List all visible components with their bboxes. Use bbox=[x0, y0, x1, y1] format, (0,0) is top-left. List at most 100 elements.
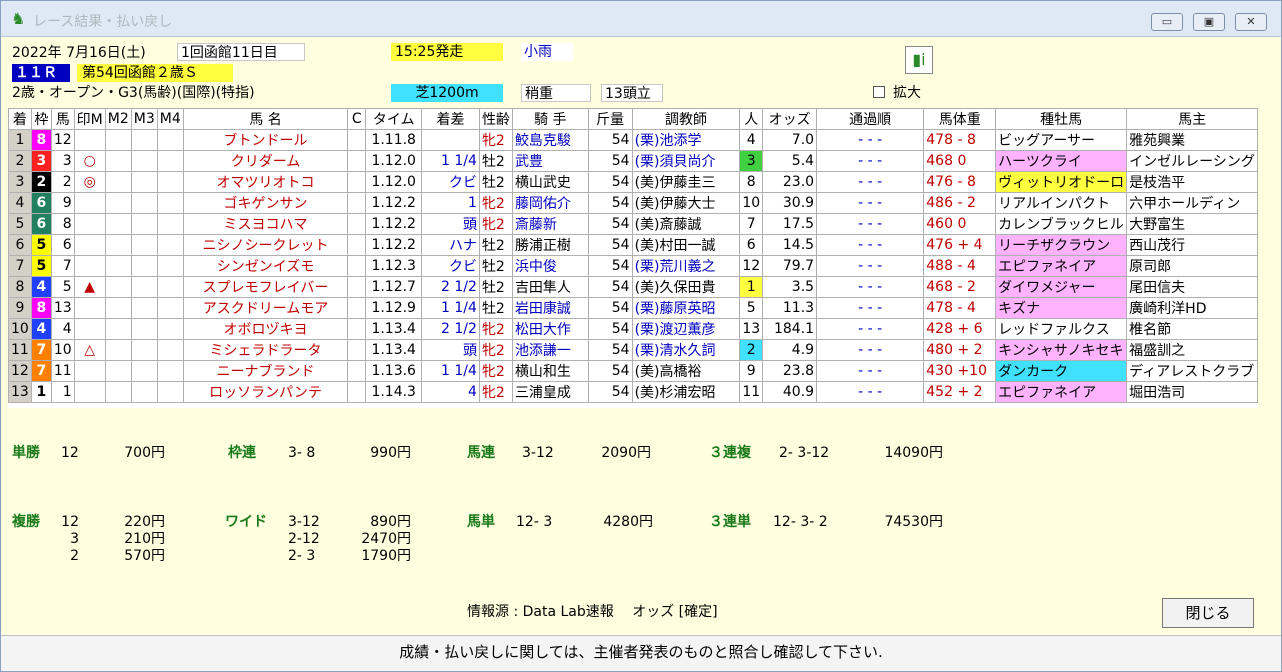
fukusho-num-1: 12 bbox=[61, 514, 79, 530]
table-row[interactable]: 7 5 7 シンゼンイズモ 1.12.3 クビ 牡2 浜中俊 54 (栗)荒川義之 12 79.7- … bbox=[8, 255, 1258, 277]
zoom-checkbox[interactable]: 拡大 bbox=[873, 84, 921, 102]
column-header[interactable]: M2 bbox=[104, 108, 132, 130]
odds-cell: 7.0 bbox=[762, 129, 818, 151]
horse-number-cell: 6 bbox=[50, 234, 75, 256]
table-row[interactable]: 3 2 2 ◎ オマツリオトコ 1.12.0 クビ 牡2 横山武史 54 (美)伊藤圭三 8 23.0-… bbox=[8, 171, 1258, 193]
passing-order-cell: - - - bbox=[816, 360, 925, 382]
c-cell bbox=[347, 234, 367, 256]
horse-name-cell: スプレモフレイバー bbox=[182, 276, 349, 298]
waku-cell: 2 bbox=[30, 171, 52, 193]
body-weight-cell: 428 + 6 bbox=[923, 318, 997, 340]
m2-cell bbox=[104, 297, 132, 319]
body-weight-cell: 478 - 4 bbox=[923, 297, 997, 319]
trainer-cell: (栗)池添学 bbox=[631, 129, 741, 151]
horse-name-cell: ミシェラドラータ bbox=[182, 339, 349, 361]
table-row[interactable]: 13 1 1 ロッソランパンテ 1.14.3 4 牝2 三浦皇成 54 (美)杉浦宏昭 11 40.9… bbox=[8, 381, 1258, 403]
passing-order-cell: - - - bbox=[816, 339, 925, 361]
column-header[interactable]: 馬 名 bbox=[182, 108, 349, 130]
head-count: 13頭立 bbox=[601, 84, 663, 102]
passing-order-cell: - - - bbox=[816, 318, 925, 340]
column-header[interactable]: 着差 bbox=[421, 108, 480, 130]
close-window-button[interactable]: ✕ bbox=[1235, 13, 1267, 31]
table-row[interactable]: 5 6 8 ミスヨコハマ 1.12.2 頭牝2 斎藤新 54 (美)斎藤誠 7 17.5- - -4… bbox=[8, 213, 1258, 235]
umatan-yen: 4280円 bbox=[603, 514, 653, 530]
close-button[interactable]: 閉じる bbox=[1162, 598, 1254, 628]
margin-cell: ハナ bbox=[421, 234, 480, 256]
mark-cell bbox=[73, 213, 106, 235]
m4-cell bbox=[156, 192, 184, 214]
sex-age-cell: 牝2 bbox=[478, 339, 513, 361]
footer-notice: 成績・払い戻しに関しては、主催者発表のものと照合し確認して下さい. bbox=[1, 635, 1281, 671]
column-header[interactable]: 種牡馬 bbox=[995, 108, 1128, 130]
weight-carried-cell: 54 bbox=[587, 360, 633, 382]
rank-cell: 13 bbox=[8, 381, 32, 403]
column-header[interactable]: 馬体重 bbox=[923, 108, 997, 130]
column-header[interactable]: 斤量 bbox=[587, 108, 633, 130]
column-header[interactable]: タイム bbox=[365, 108, 423, 130]
margin-cell: 頭 bbox=[421, 339, 480, 361]
wide-yen-1: 890円 bbox=[370, 514, 411, 530]
info-icon[interactable]: ▮i bbox=[905, 46, 933, 74]
column-header[interactable]: 印M bbox=[73, 108, 106, 130]
horse-name-cell: ロッソランパンテ bbox=[182, 381, 349, 403]
jockey-cell: 鮫島克駿 bbox=[511, 129, 589, 151]
body-weight-cell: 478 - 8 bbox=[923, 129, 997, 151]
horse-number-cell: 8 bbox=[50, 213, 75, 235]
minimize-button[interactable]: ▭ bbox=[1151, 13, 1183, 31]
column-header[interactable]: 馬主 bbox=[1126, 108, 1258, 130]
column-header[interactable]: 人 bbox=[739, 108, 764, 130]
weight-carried-cell: 54 bbox=[587, 150, 633, 172]
horse-number-cell: 7 bbox=[50, 255, 75, 277]
table-row[interactable]: 12 7 11 ニーナブランド 1.13.6 1 1/4 牝2 横山和生 54 (美)高橋裕 9 23… bbox=[8, 360, 1258, 382]
table-row[interactable]: 4 6 9 ゴキゲンサン 1.12.2 1 牝2 藤岡佑介 54 (美)伊藤大士 10 30.9- -… bbox=[8, 192, 1258, 214]
owner-cell: ディアレストクラブ bbox=[1126, 360, 1258, 382]
jockey-cell: 浜中俊 bbox=[511, 255, 589, 277]
mark-cell: ▲ bbox=[73, 276, 106, 298]
tansho-number: 12 bbox=[61, 445, 79, 461]
owner-cell: 雅苑興業 bbox=[1126, 129, 1258, 151]
fukusho-yen-1: 220円 bbox=[124, 514, 165, 530]
body-weight-cell: 476 + 4 bbox=[923, 234, 997, 256]
column-header[interactable]: 枠 bbox=[30, 108, 52, 130]
table-row[interactable]: 10 4 4 オボロヅキヨ 1.13.4 2 1/2 牝2 松田大作 54 (栗)渡辺薫彦 13 18… bbox=[8, 318, 1258, 340]
waku-cell: 4 bbox=[30, 276, 52, 298]
c-cell bbox=[347, 192, 367, 214]
owner-cell: 原司郎 bbox=[1126, 255, 1258, 277]
column-header[interactable]: 性齢 bbox=[478, 108, 513, 130]
column-header[interactable]: 騎 手 bbox=[511, 108, 589, 130]
window-title: レース結果・払い戻し bbox=[33, 14, 173, 30]
popularity-cell: 1 bbox=[739, 276, 764, 298]
rank-cell: 3 bbox=[8, 171, 32, 193]
c-cell bbox=[347, 360, 367, 382]
maximize-button[interactable]: ▣ bbox=[1193, 13, 1225, 31]
rank-cell: 6 bbox=[8, 234, 32, 256]
table-row[interactable]: 8 4 5 ▲ スプレモフレイバー 1.12.7 2 1/2 牡2 吉田隼人 54 (美)久保田貴 1… bbox=[8, 276, 1258, 298]
c-cell bbox=[347, 171, 367, 193]
column-header[interactable]: オッズ bbox=[762, 108, 818, 130]
m2-cell bbox=[104, 192, 132, 214]
popularity-cell: 4 bbox=[739, 129, 764, 151]
table-row[interactable]: 6 5 6 ニシノシークレット 1.12.2 ハナ 牡2 勝浦正樹 54 (美)村田一誠 6 14.5… bbox=[8, 234, 1258, 256]
race-name: 第54回函館２歳Ｓ bbox=[77, 64, 233, 82]
column-header[interactable]: 調教師 bbox=[631, 108, 741, 130]
weight-carried-cell: 54 bbox=[587, 234, 633, 256]
m4-cell bbox=[156, 297, 184, 319]
column-header[interactable]: 馬 bbox=[50, 108, 75, 130]
waku-cell: 3 bbox=[30, 150, 52, 172]
m2-cell bbox=[104, 276, 132, 298]
column-header[interactable]: M4 bbox=[156, 108, 184, 130]
sex-age-cell: 牡2 bbox=[478, 276, 513, 298]
column-header[interactable]: 着 bbox=[8, 108, 32, 130]
passing-order-cell: - - - bbox=[816, 129, 925, 151]
column-header[interactable]: M3 bbox=[130, 108, 158, 130]
table-row[interactable]: 9 8 13 アスクドリームモア 1.12.9 1 1/4 牡2 岩田康誠 54 (栗)藤原英昭 5… bbox=[8, 297, 1258, 319]
column-header[interactable]: 通過順 bbox=[816, 108, 925, 130]
race-condition: 2歳・オープン・G3(馬齢)(国際)(特指) bbox=[12, 85, 255, 101]
table-row[interactable]: 11 7 10 △ ミシェラドラータ 1.13.4 頭牝2 池添謙一 54 (栗)清水久詞 2 4.9… bbox=[8, 339, 1258, 361]
mark-cell bbox=[73, 234, 106, 256]
c-cell bbox=[347, 339, 367, 361]
table-row[interactable]: 1 8 12 ブトンドール 1.11.8 牝2 鮫島克駿 54 (栗)池添学 4 7.0- - -4… bbox=[8, 129, 1258, 151]
tansho-yen: 700円 bbox=[124, 445, 165, 461]
column-header[interactable]: C bbox=[347, 108, 367, 130]
table-row[interactable]: 2 3 3 ○ クリダーム 1.12.0 1 1/4 牡2 武豊 54 (栗)須貝尚介 3 5.4- -… bbox=[8, 150, 1258, 172]
